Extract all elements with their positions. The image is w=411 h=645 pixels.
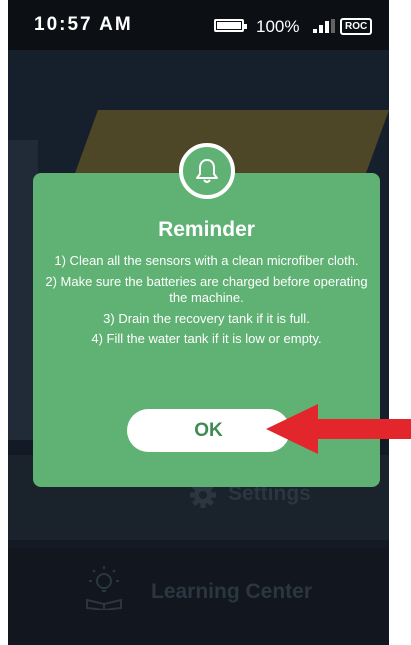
bell-icon-badge [179,143,235,199]
phone-screen: 10:57 AM 100% ROC Settings Learning Cent… [8,0,389,645]
reminder-item: 3) Drain the recovery tank if it is full… [103,310,310,326]
reminder-list: 1) Clean all the sensors with a clean mi… [43,253,370,352]
reminder-item: 2) Make sure the batteries are charged b… [45,273,368,306]
reminder-item: 4) Fill the water tank if it is low or e… [91,331,322,346]
reminder-item: 1) Clean all the sensors with a clean mi… [54,253,359,268]
red-arrow-icon [266,404,411,454]
signal-icon [313,19,335,33]
battery-icon [214,19,247,32]
battery-percent: 100% [256,17,300,36]
bell-icon [196,159,218,183]
status-time: 10:57 AM [34,14,133,35]
status-bar: 10:57 AM 100% ROC [8,0,389,50]
dialog-title: Reminder [158,218,255,241]
carrier-badge: ROC [340,18,373,35]
